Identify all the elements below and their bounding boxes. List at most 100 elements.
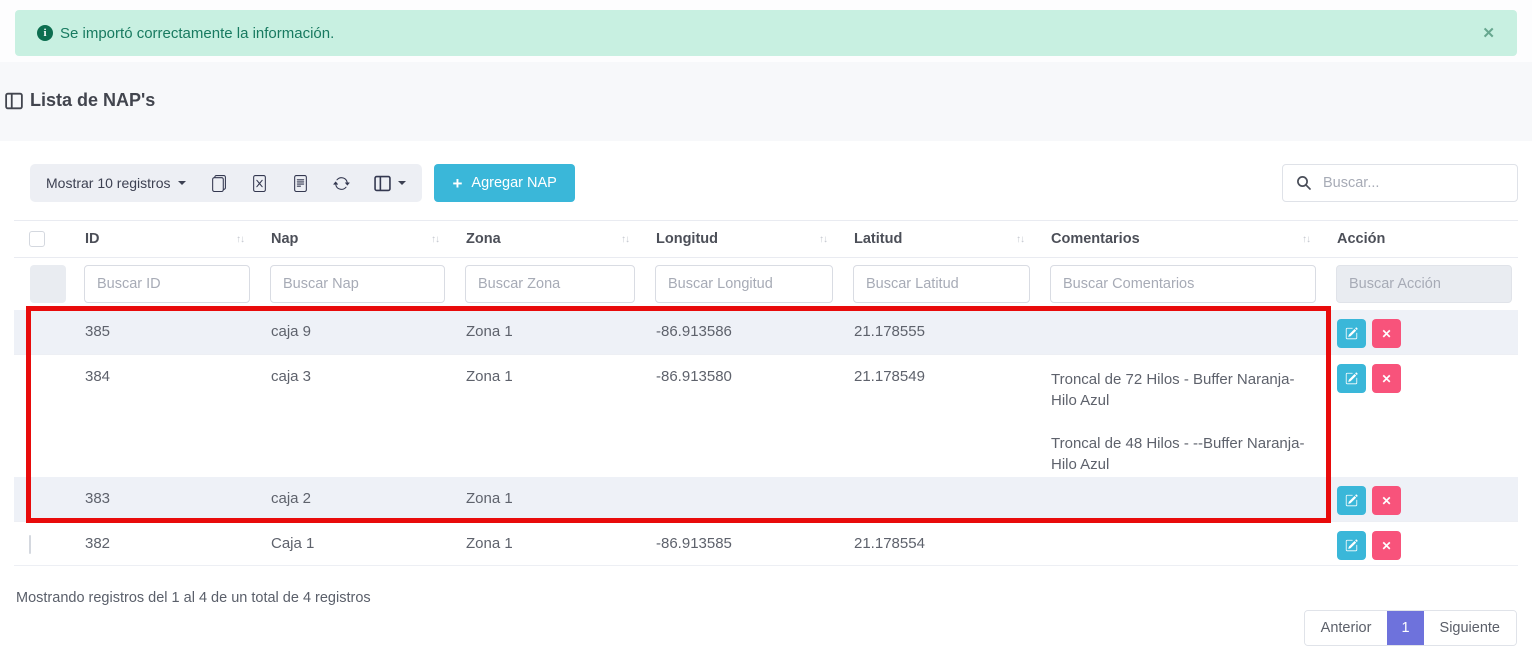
- column-header-latitud[interactable]: Latitud↑↓: [839, 221, 1036, 257]
- row-checkbox[interactable]: [29, 490, 31, 509]
- pencil-square-icon: [1345, 372, 1358, 385]
- filter-accion-input: [1336, 265, 1512, 303]
- cell-comentarios: [1036, 310, 1322, 354]
- pencil-square-icon: [1345, 539, 1358, 552]
- table-row: 383 caja 2 Zona 1 ✕: [14, 477, 1518, 522]
- length-menu-dropdown[interactable]: Mostrar 10 registros: [46, 175, 186, 191]
- filter-zona-input[interactable]: [465, 265, 635, 303]
- excel-icon[interactable]: [251, 175, 268, 192]
- table-filter-row: [14, 258, 1518, 310]
- edit-button[interactable]: [1337, 364, 1366, 393]
- pagination-page-1[interactable]: 1: [1387, 611, 1423, 645]
- columns-icon: [374, 175, 391, 192]
- cell-latitud: 21.178555: [839, 310, 1036, 354]
- sort-icon: ↑↓: [1016, 234, 1024, 245]
- edit-button[interactable]: [1337, 531, 1366, 560]
- column-header-nap[interactable]: Nap↑↓: [256, 221, 451, 257]
- pagination: Anterior 1 Siguiente: [1304, 610, 1517, 646]
- page-title-label: Lista de NAP's: [30, 90, 155, 111]
- delete-button[interactable]: ✕: [1372, 531, 1401, 560]
- records-summary: Mostrando registros del 1 al 4 de un tot…: [16, 590, 1532, 606]
- cell-actions: ✕: [1322, 522, 1518, 565]
- cell-actions: ✕: [1322, 477, 1518, 521]
- row-checkbox[interactable]: [29, 368, 31, 387]
- cell-id: 385: [70, 310, 256, 354]
- plus-icon: +: [452, 175, 462, 192]
- file-text-icon[interactable]: [292, 175, 309, 192]
- filter-comentarios-input[interactable]: [1050, 265, 1316, 303]
- cell-comentarios: [1036, 522, 1322, 565]
- filter-latitud-input[interactable]: [853, 265, 1030, 303]
- table-icon: [5, 92, 23, 110]
- filter-nap-input[interactable]: [270, 265, 445, 303]
- sort-icon: ↑↓: [819, 234, 827, 245]
- search-icon: [1296, 175, 1312, 191]
- filter-id-input[interactable]: [84, 265, 250, 303]
- cell-longitud: -86.913585: [641, 522, 839, 565]
- cell-longitud: -86.913586: [641, 310, 839, 354]
- table-toolbar: Mostrar 10 registros + Agregar NAP: [30, 164, 1518, 202]
- column-visibility-dropdown[interactable]: [374, 175, 406, 192]
- table-row: 385 caja 9 Zona 1 -86.913586 21.178555 ✕: [14, 310, 1518, 355]
- select-all-checkbox[interactable]: [29, 231, 45, 247]
- edit-button[interactable]: [1337, 486, 1366, 515]
- comment-line: Troncal de 48 Hilos - --Buffer Naranja- …: [1051, 433, 1310, 475]
- cell-nap: caja 2: [256, 477, 451, 521]
- cell-zona: Zona 1: [451, 355, 641, 477]
- column-header-comentarios[interactable]: Comentarios↑↓: [1036, 221, 1322, 257]
- pagination-previous[interactable]: Anterior: [1305, 611, 1388, 645]
- sort-icon: ↑↓: [1302, 234, 1310, 245]
- cell-zona: Zona 1: [451, 477, 641, 521]
- row-checkbox[interactable]: [29, 535, 31, 554]
- chevron-down-icon: [178, 181, 186, 185]
- cell-comentarios: Troncal de 72 Hilos - Buffer Naranja- Hi…: [1036, 355, 1322, 477]
- search-input[interactable]: [1282, 164, 1518, 202]
- cell-id: 383: [70, 477, 256, 521]
- x-icon: ✕: [1381, 372, 1391, 386]
- alert-message: Se importó correctamente la información.: [60, 25, 334, 42]
- cell-id: 384: [70, 355, 256, 477]
- column-header-longitud[interactable]: Longitud↑↓: [641, 221, 839, 257]
- sort-icon: ↑↓: [621, 234, 629, 245]
- table-row: 384 caja 3 Zona 1 -86.913580 21.178549 T…: [14, 355, 1518, 477]
- nap-list-card: Mostrar 10 registros + Agregar NAP: [0, 141, 1532, 660]
- delete-button[interactable]: ✕: [1372, 319, 1401, 348]
- sort-icon: ↑↓: [236, 234, 244, 245]
- cell-zona: Zona 1: [451, 310, 641, 354]
- close-icon[interactable]: ✕: [1482, 26, 1495, 41]
- cell-nap: Caja 1: [256, 522, 451, 565]
- cell-nap: caja 9: [256, 310, 451, 354]
- add-nap-button[interactable]: + Agregar NAP: [434, 164, 574, 202]
- comment-line: Troncal de 72 Hilos - Buffer Naranja- Hi…: [1051, 369, 1310, 411]
- column-header-accion: Acción: [1322, 221, 1518, 257]
- column-header-zona[interactable]: Zona↑↓: [451, 221, 641, 257]
- toolbar-button-group: Mostrar 10 registros: [30, 164, 422, 202]
- filter-longitud-input[interactable]: [655, 265, 833, 303]
- delete-button[interactable]: ✕: [1372, 364, 1401, 393]
- cell-latitud: 21.178554: [839, 522, 1036, 565]
- column-header-id[interactable]: ID↑↓: [70, 221, 256, 257]
- length-menu-label: Mostrar 10 registros: [46, 175, 170, 191]
- cell-latitud: 21.178549: [839, 355, 1036, 477]
- chevron-down-icon: [398, 181, 406, 185]
- cell-longitud: -86.913580: [641, 355, 839, 477]
- row-checkbox[interactable]: [29, 323, 31, 342]
- success-alert: i Se importó correctamente la informació…: [15, 10, 1517, 56]
- x-icon: ✕: [1381, 327, 1391, 341]
- pagination-next[interactable]: Siguiente: [1424, 611, 1516, 645]
- nap-table: ID↑↓ Nap↑↓ Zona↑↓ Longitud↑↓ Latitud↑↓ C…: [14, 220, 1518, 566]
- copy-icon[interactable]: [210, 175, 227, 192]
- table-header-row: ID↑↓ Nap↑↓ Zona↑↓ Longitud↑↓ Latitud↑↓ C…: [14, 220, 1518, 258]
- delete-button[interactable]: ✕: [1372, 486, 1401, 515]
- refresh-icon[interactable]: [333, 175, 350, 192]
- cell-actions: ✕: [1322, 355, 1518, 477]
- x-icon: ✕: [1381, 539, 1391, 553]
- cell-zona: Zona 1: [451, 522, 641, 565]
- cell-comentarios: [1036, 477, 1322, 521]
- page-title: Lista de NAP's: [5, 90, 155, 111]
- cell-longitud: [641, 477, 839, 521]
- pencil-square-icon: [1345, 327, 1358, 340]
- global-search: [1282, 164, 1518, 202]
- edit-button[interactable]: [1337, 319, 1366, 348]
- table-row: 382 Caja 1 Zona 1 -86.913585 21.178554 ✕: [14, 522, 1518, 566]
